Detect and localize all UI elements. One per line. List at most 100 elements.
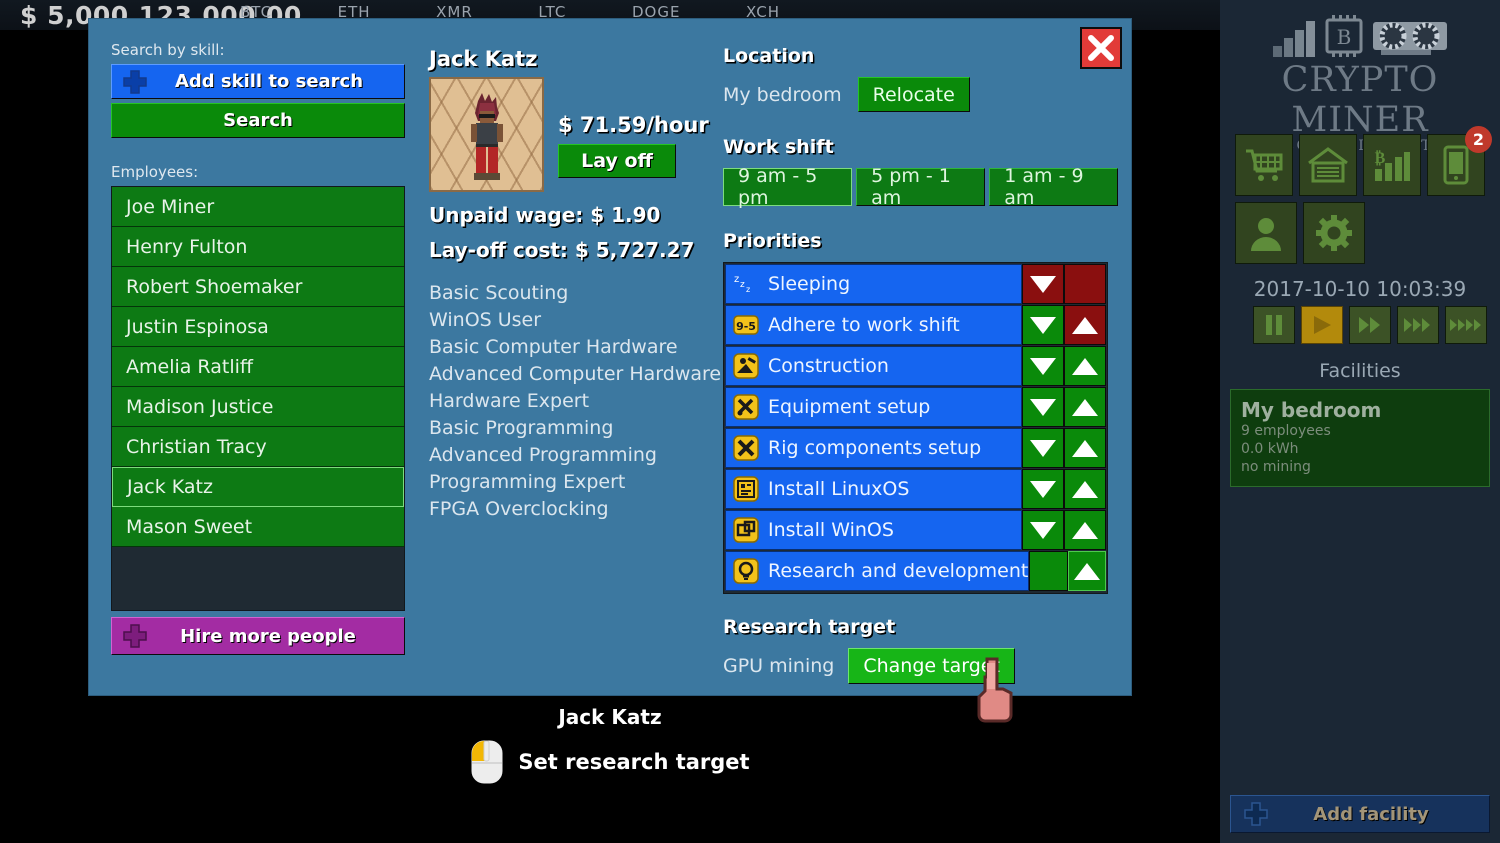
priority-row: Install WinOS: [725, 510, 1106, 550]
priority-item[interactable]: z z z Sleeping: [725, 264, 1022, 304]
priority-item[interactable]: Equipment setup: [725, 387, 1022, 427]
priority-up-button[interactable]: [1064, 305, 1106, 345]
priority-down-button[interactable]: [1022, 264, 1064, 304]
facility-list: My bedroom 9 employees 0.0 kWh no mining: [1230, 389, 1490, 487]
shift-option-night[interactable]: 1 am - 9 am: [989, 168, 1118, 206]
priority-up-button[interactable]: [1064, 346, 1106, 386]
list-item[interactable]: Madison Justice: [112, 387, 404, 427]
priority-row: Equipment setup: [725, 387, 1106, 427]
priority-row: z z z Sleeping: [725, 264, 1106, 304]
settings-icon: [1316, 215, 1352, 251]
priority-item[interactable]: 9-5 Adhere to work shift: [725, 305, 1022, 345]
add-facility-button[interactable]: Add facility: [1230, 795, 1490, 833]
sidebar-item-market[interactable]: ₿: [1363, 134, 1421, 196]
search-by-skill-label: Search by skill:: [111, 41, 429, 59]
sidebar-item-phone[interactable]: 2: [1427, 134, 1485, 196]
priority-up-button[interactable]: [1064, 387, 1106, 427]
hire-more-people-button[interactable]: Hire more people: [111, 617, 405, 655]
nine-to-five-icon: 9-5: [732, 311, 760, 339]
priorities-list: z z z Sleeping 9-5: [723, 262, 1108, 594]
logo-title: CRYPTO MINER: [1220, 60, 1500, 140]
list-item[interactable]: Robert Shoemaker: [112, 267, 404, 307]
svg-text:B: B: [1337, 25, 1352, 49]
skill-item: Basic Computer Hardware: [429, 334, 729, 361]
shift-option-evening[interactable]: 5 pm - 1 am: [856, 168, 985, 206]
svg-text:9-5: 9-5: [736, 320, 756, 333]
fast-forward-2x-icon: [1358, 316, 1382, 334]
game-logo: B CRYPTO MINER: [1220, 0, 1500, 118]
priority-item[interactable]: Construction: [725, 346, 1022, 386]
priority-label: Install WinOS: [768, 519, 894, 541]
priority-item[interactable]: Install LinuxOS: [725, 469, 1022, 509]
wrench-icon: [732, 434, 760, 462]
facilities-heading: Facilities: [1220, 360, 1500, 382]
fast-forward-3x-icon: [1403, 316, 1433, 334]
priority-up-button[interactable]: [1064, 428, 1106, 468]
priority-down-button[interactable]: [1022, 510, 1064, 550]
priority-up-button[interactable]: [1064, 510, 1106, 550]
assignment-column: Location My bedroom Relocate Work shift …: [723, 45, 1118, 684]
priority-up-button-empty: [1064, 264, 1106, 304]
list-item[interactable]: Joe Miner: [112, 187, 404, 227]
shift-option-morning[interactable]: 9 am - 5 pm: [723, 168, 852, 206]
priority-down-button[interactable]: [1022, 346, 1064, 386]
employees-label: Employees:: [111, 163, 429, 181]
skill-item: WinOS User: [429, 307, 729, 334]
list-item[interactable]: My bedroom 9 employees 0.0 kWh no mining: [1230, 389, 1490, 487]
priority-label: Adhere to work shift: [768, 314, 960, 336]
list-item[interactable]: Justin Espinosa: [112, 307, 404, 347]
priority-down-button[interactable]: [1022, 469, 1064, 509]
list-item[interactable]: Christian Tracy: [112, 427, 404, 467]
priority-down-button[interactable]: [1022, 428, 1064, 468]
facility-mining: no mining: [1241, 458, 1479, 476]
priority-item[interactable]: Rig components setup: [725, 428, 1022, 468]
list-item[interactable]: Mason Sweet: [112, 507, 404, 547]
add-skill-to-search-button[interactable]: Add skill to search: [111, 64, 405, 99]
sidebar-item-settings[interactable]: [1303, 202, 1365, 264]
facility-icon: [1307, 147, 1349, 183]
priority-row: 9-5 Adhere to work shift: [725, 305, 1106, 345]
list-item-selected[interactable]: Jack Katz: [112, 467, 404, 507]
work-shift-heading: Work shift: [723, 136, 1118, 158]
play-icon: [1312, 315, 1332, 335]
list-item[interactable]: Henry Fulton: [112, 227, 404, 267]
list-item[interactable]: Amelia Ratliff: [112, 347, 404, 387]
tooltip-action: Set research target: [518, 750, 749, 774]
play-button[interactable]: [1301, 306, 1343, 344]
priority-label: Sleeping: [768, 273, 850, 295]
priority-label: Rig components setup: [768, 437, 981, 459]
priority-label: Install LinuxOS: [768, 478, 909, 500]
search-button[interactable]: Search: [111, 103, 405, 138]
location-heading: Location: [723, 45, 1118, 67]
speed-3x-button[interactable]: [1397, 306, 1439, 344]
plus-icon: [1243, 801, 1269, 827]
pause-button[interactable]: [1253, 306, 1295, 344]
priority-down-button[interactable]: [1022, 305, 1064, 345]
skill-list: Basic Scouting WinOS User Basic Computer…: [429, 280, 729, 523]
skill-item: Hardware Expert: [429, 388, 729, 415]
priority-label: Research and development: [768, 560, 1028, 582]
sidebar-item-facilities[interactable]: [1299, 134, 1357, 196]
skill-item: Basic Scouting: [429, 280, 729, 307]
priority-item[interactable]: Install WinOS: [725, 510, 1022, 550]
relocate-button[interactable]: Relocate: [858, 77, 970, 112]
current-location: My bedroom: [723, 84, 842, 106]
sidebar-item-employees[interactable]: [1235, 202, 1297, 264]
sidebar: B CRYPTO MINER: [1220, 0, 1500, 843]
speed-2x-button[interactable]: [1349, 306, 1391, 344]
phone-icon: [1443, 145, 1469, 185]
employee-dialog: Search by skill: Add skill to search Sea…: [88, 18, 1132, 696]
employee-list[interactable]: Joe Miner Henry Fulton Robert Shoemaker …: [111, 186, 405, 611]
lay-off-button[interactable]: Lay off: [558, 144, 676, 178]
priority-up-button[interactable]: [1068, 551, 1106, 591]
market-icon: ₿: [1372, 147, 1412, 183]
priority-up-button[interactable]: [1064, 469, 1106, 509]
speed-4x-button[interactable]: [1445, 306, 1487, 344]
game-clock: 2017-10-10 10:03:39: [1220, 277, 1500, 301]
priority-down-button[interactable]: [1022, 387, 1064, 427]
plus-icon: [122, 623, 148, 649]
priority-item[interactable]: Research and development: [725, 551, 1029, 591]
priority-row: Research and development: [725, 551, 1106, 591]
sidebar-item-shop[interactable]: [1235, 134, 1293, 196]
add-facility-label: Add facility: [1269, 804, 1489, 825]
